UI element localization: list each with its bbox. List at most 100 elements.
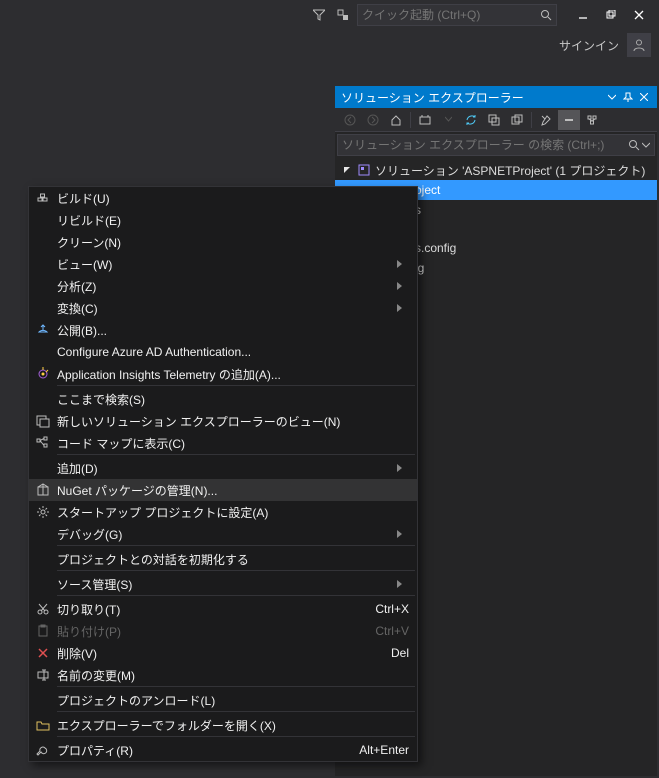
folder-icon (29, 718, 57, 732)
menu-item[interactable]: Application Insights Telemetry の追加(A)... (29, 363, 417, 385)
dropdown-icon[interactable] (605, 90, 619, 104)
menu-shortcut: Alt+Enter (359, 743, 409, 757)
menu-item[interactable]: エクスプローラーでフォルダーを開く(X) (29, 714, 417, 736)
menu-item-label: コード マップに表示(C) (57, 435, 409, 452)
search-icon[interactable] (628, 139, 640, 151)
solution-explorer-header[interactable]: ソリューション エクスプローラー (335, 86, 657, 108)
menu-item[interactable]: スタートアップ プロジェクトに設定(A) (29, 501, 417, 523)
menu-item[interactable]: コード マップに表示(C) (29, 432, 417, 454)
properties-icon[interactable] (535, 110, 557, 130)
codemap-icon (29, 436, 57, 450)
menu-item-label: エクスプローラーでフォルダーを開く(X) (57, 717, 409, 734)
solution-icon (357, 163, 371, 177)
menu-item-label: 名前の変更(M) (57, 667, 409, 684)
menu-item[interactable]: 変換(C) (29, 297, 417, 319)
newview-icon (29, 414, 57, 428)
menu-item[interactable]: 公開(B)... (29, 319, 417, 341)
menu-item[interactable]: ここまで検索(S) (29, 388, 417, 410)
gear-icon (29, 505, 57, 519)
preview-icon[interactable] (558, 110, 580, 130)
menu-item-label: 削除(V) (57, 645, 391, 662)
pending-changes-icon[interactable] (437, 110, 459, 130)
minimize-button[interactable] (569, 5, 597, 25)
window-buttons (569, 5, 653, 25)
nuget-icon (29, 483, 57, 497)
quick-launch-input[interactable] (362, 8, 540, 22)
user-icon[interactable] (627, 33, 651, 57)
menu-item[interactable]: クリーン(N) (29, 231, 417, 253)
menu-item-label: リビルド(E) (57, 212, 409, 229)
menu-item[interactable]: ビルド(U) (29, 187, 417, 209)
delete-icon (29, 646, 57, 660)
appinsights-icon (29, 367, 57, 381)
menu-item[interactable]: 追加(D) (29, 457, 417, 479)
maximize-button[interactable] (597, 5, 625, 25)
menu-item-label: 公開(B)... (57, 322, 409, 339)
view-class-icon[interactable] (581, 110, 603, 130)
menu-item-label: ここまで検索(S) (57, 391, 409, 408)
solution-root[interactable]: ソリューション 'ASPNETProject' (1 プロジェクト) (335, 160, 657, 180)
menu-item-label: 変換(C) (57, 300, 397, 317)
back-icon[interactable] (339, 110, 361, 130)
menu-item[interactable]: 分析(Z) (29, 275, 417, 297)
home-icon[interactable] (385, 110, 407, 130)
menu-item[interactable]: リビルド(E) (29, 209, 417, 231)
menu-item[interactable]: 削除(V)Del (29, 642, 417, 664)
menu-item[interactable]: 名前の変更(M) (29, 664, 417, 686)
quick-launch[interactable] (357, 4, 557, 26)
project-label: oject (415, 183, 440, 197)
menu-item-label: ビルド(U) (57, 190, 409, 207)
pin-icon[interactable] (621, 90, 635, 104)
signin-link[interactable]: サインイン (559, 37, 619, 54)
wrench-icon (29, 743, 57, 757)
tree-item-label: s.config (415, 241, 456, 255)
expander-icon[interactable] (341, 164, 353, 176)
signin-row: サインイン (0, 30, 659, 60)
menu-item[interactable]: 新しいソリューション エクスプローラーのビュー(N) (29, 410, 417, 432)
collapse-all-icon[interactable] (483, 110, 505, 130)
menu-item-label: 分析(Z) (57, 278, 397, 295)
solution-filter-icon[interactable] (414, 110, 436, 130)
menu-item-label: 貼り付け(P) (57, 623, 375, 640)
menu-item[interactable]: NuGet パッケージの管理(N)... (29, 479, 417, 501)
forward-icon[interactable] (362, 110, 384, 130)
rename-icon (29, 668, 57, 682)
menu-item-label: NuGet パッケージの管理(N)... (57, 482, 409, 499)
menu-item-label: ソース管理(S) (57, 576, 397, 593)
menu-item-label: 新しいソリューション エクスプローラーのビュー(N) (57, 413, 409, 430)
search-icon[interactable] (540, 9, 552, 21)
solution-search-input[interactable] (342, 138, 628, 152)
sync-icon[interactable] (460, 110, 482, 130)
menu-item-label: プロパティ(R) (57, 742, 359, 759)
panel-title: ソリューション エクスプローラー (341, 89, 524, 106)
close-button[interactable] (625, 5, 653, 25)
chevron-right-icon (397, 580, 409, 588)
close-panel-icon[interactable] (637, 90, 651, 104)
menu-item[interactable]: 切り取り(T)Ctrl+X (29, 598, 417, 620)
solution-search[interactable] (337, 134, 655, 156)
notifications-icon[interactable] (333, 5, 353, 25)
build-icon (29, 191, 57, 205)
menu-item[interactable]: デバッグ(G) (29, 523, 417, 545)
chevron-down-icon[interactable] (642, 141, 650, 149)
menu-item-label: クリーン(N) (57, 234, 409, 251)
menu-item[interactable]: Configure Azure AD Authentication... (29, 341, 417, 363)
menu-item[interactable]: プロジェクトのアンロード(L) (29, 689, 417, 711)
menu-item-label: 切り取り(T) (57, 601, 375, 618)
menu-item-label: デバッグ(G) (57, 526, 397, 543)
filter-icon[interactable] (309, 5, 329, 25)
menu-item-label: Application Insights Telemetry の追加(A)... (57, 366, 409, 383)
menu-item-label: プロジェクトのアンロード(L) (57, 692, 409, 709)
menu-item[interactable]: プロジェクトとの対話を初期化する (29, 548, 417, 570)
menu-shortcut: Ctrl+V (375, 624, 409, 638)
chevron-right-icon (397, 304, 409, 312)
chevron-right-icon (397, 282, 409, 290)
show-all-icon[interactable] (506, 110, 528, 130)
menu-item[interactable]: ビュー(W) (29, 253, 417, 275)
menu-item[interactable]: プロパティ(R)Alt+Enter (29, 739, 417, 761)
context-menu: ビルド(U) リビルド(E) クリーン(N) ビュー(W) 分析(Z) 変換(C) 公開(B… (28, 186, 418, 762)
cut-icon (29, 602, 57, 616)
solution-label: ソリューション 'ASPNETProject' (1 プロジェクト) (375, 162, 645, 179)
menu-item[interactable]: ソース管理(S) (29, 573, 417, 595)
chevron-right-icon (397, 260, 409, 268)
